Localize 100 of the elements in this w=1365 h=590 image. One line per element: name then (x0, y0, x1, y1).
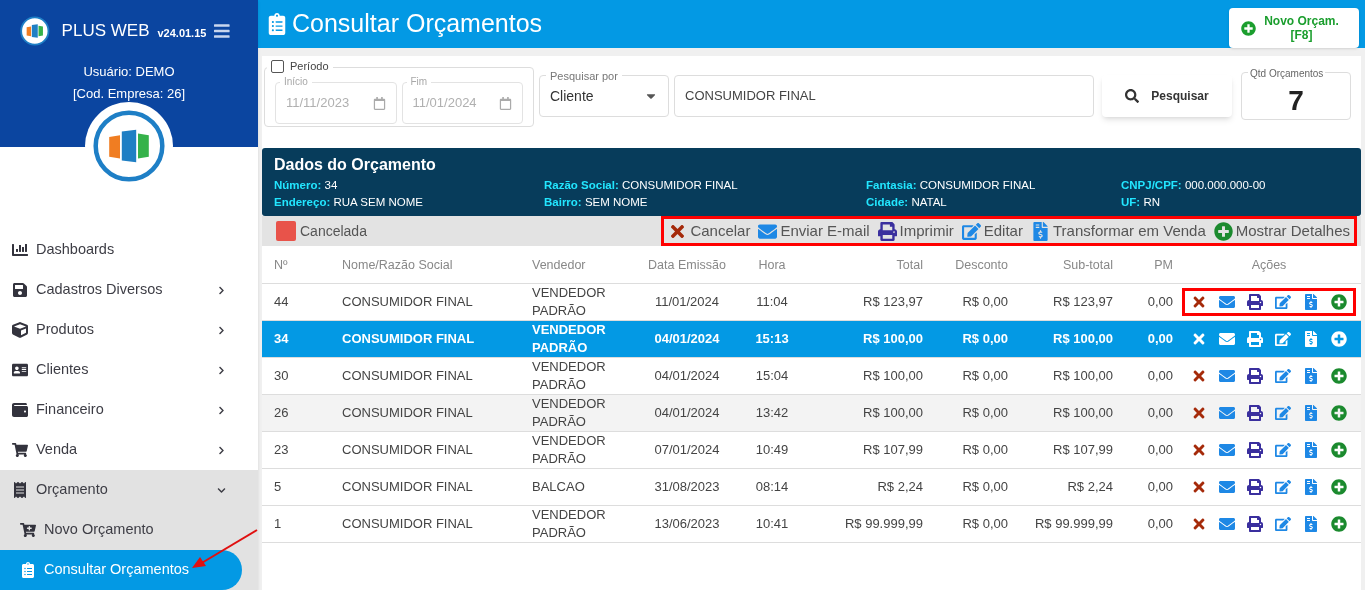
edit-icon[interactable] (1275, 331, 1291, 347)
toolbar-action[interactable]: Imprimir (877, 219, 954, 243)
printer-icon[interactable] (1247, 294, 1263, 310)
toolbar-action[interactable]: Editar (961, 219, 1023, 243)
period-label: Período (290, 58, 329, 74)
table-cell-text: 31/08/2023 (653, 478, 721, 496)
sidebar-item[interactable]: Cadastros Diversos (0, 270, 258, 310)
sidebar-item[interactable]: Dashboards (0, 230, 258, 270)
cart-icon (12, 442, 28, 458)
sidebar-item[interactable]: Venda (0, 430, 258, 470)
printer-icon[interactable] (1247, 516, 1263, 532)
submenu-item[interactable]: Novo Orçamento (0, 510, 258, 550)
table-cell-text: 10:41 (754, 515, 790, 533)
close-icon[interactable] (1191, 479, 1207, 495)
envelope-icon[interactable] (1219, 405, 1235, 421)
invoice-icon (1030, 221, 1050, 241)
close-icon[interactable] (1191, 516, 1207, 532)
edit-icon[interactable] (1275, 368, 1291, 384)
close-icon[interactable] (1191, 442, 1207, 458)
invoice-icon[interactable] (1303, 368, 1319, 384)
column-header: Hora (757, 256, 787, 274)
column-header: Sub-total (1061, 256, 1114, 274)
close-icon[interactable] (1191, 405, 1207, 421)
printer-icon[interactable] (1247, 368, 1263, 384)
detail-field: Razão Social: CONSUMIDOR FINAL (544, 177, 866, 194)
table-cell-text: 5 (273, 478, 283, 496)
sidebar-item[interactable]: Produtos (0, 310, 258, 350)
table-cell-text: 15:04 (754, 367, 790, 385)
period-checkbox[interactable] (271, 59, 284, 73)
page-title: Consultar Orçamentos (292, 8, 543, 40)
table-cell-text: 04/01/2024 (653, 330, 721, 348)
envelope-icon[interactable] (1219, 479, 1235, 495)
search-field[interactable]: CONSUMIDOR FINAL (674, 75, 1094, 117)
app-name: PLUS WEB (61, 20, 150, 43)
edit-icon[interactable] (1275, 294, 1291, 310)
close-icon[interactable] (1191, 294, 1207, 310)
wallet-icon (12, 402, 28, 418)
invoice-icon[interactable] (1303, 479, 1319, 495)
table-cell-text: 13/06/2023 (653, 515, 721, 533)
toolbar-action[interactable]: Enviar E-mail (758, 219, 870, 243)
invoice-icon[interactable] (1303, 516, 1319, 532)
table-cell-text: 23 (273, 441, 290, 459)
toolbar-action[interactable]: Mostrar Detalhes (1213, 219, 1350, 243)
table-cell-text: 1 (273, 515, 283, 533)
user-label: Usuário: DEMO (83, 63, 175, 81)
edit-icon[interactable] (1275, 442, 1291, 458)
invoice-icon[interactable] (1303, 331, 1319, 347)
table-cell-text: VENDEDOR PADRÃO (532, 506, 607, 542)
detail-field: Fantasia: CONSUMIDOR FINAL (866, 177, 1121, 194)
printer-icon[interactable] (1247, 479, 1263, 495)
table-cell-text: 04/01/2024 (653, 404, 721, 422)
table-cell-text: 34 (273, 330, 290, 348)
search-button[interactable]: Pesquisar (1102, 75, 1232, 117)
table-cell-text: CONSUMIDOR FINAL (342, 404, 474, 422)
edit-icon[interactable] (1275, 516, 1291, 532)
invoice-icon[interactable] (1303, 294, 1319, 310)
envelope-icon[interactable] (1219, 516, 1235, 532)
table-cell-text: R$ 0,00 (961, 367, 1009, 385)
toolbar-action[interactable]: Cancelar (668, 219, 751, 243)
new-quote-button[interactable]: Novo Orçam. [F8] (1229, 8, 1359, 48)
column-header: PM (1153, 256, 1174, 274)
invoice-icon[interactable] (1303, 405, 1319, 421)
envelope-icon[interactable] (1219, 368, 1235, 384)
table-row[interactable]: 26 CONSUMIDOR FINAL VENDEDOR PADRÃO 04/01/2024 13:42 R$ 100,00 R$ 0,00 R$ 100,00 0,00 (262, 395, 1361, 432)
table-cell-text: 0,00 (1146, 367, 1174, 385)
cart-plus-icon (20, 522, 36, 538)
sidebar-item[interactable]: Financeiro (0, 390, 258, 430)
close-icon[interactable] (1191, 331, 1207, 347)
version: v24.01.15 (157, 25, 207, 41)
edit-icon[interactable] (1275, 479, 1291, 495)
table-cell-text: 0,00 (1146, 404, 1174, 422)
edit-icon (961, 221, 981, 241)
close-icon[interactable] (1191, 368, 1207, 384)
table-cell-text: VENDEDOR PADRÃO (532, 395, 607, 431)
toolbar-action[interactable]: Transformar em Venda (1030, 219, 1206, 243)
table-cell-text: R$ 0,00 (961, 293, 1009, 311)
printer-icon[interactable] (1247, 405, 1263, 421)
envelope-icon[interactable] (1219, 294, 1235, 310)
table-cell-text: 11/01/2024 (653, 293, 721, 311)
invoice-icon[interactable] (1303, 442, 1319, 458)
clipboard-icon (266, 13, 288, 35)
envelope-icon[interactable] (1219, 331, 1235, 347)
field-label: Início (280, 76, 312, 88)
column-header: Desconto (954, 256, 1009, 274)
sidebar-item[interactable]: Orçamento (0, 470, 258, 510)
table-cell-text: CONSUMIDOR FINAL (342, 330, 476, 348)
table-cell-text: R$ 0,00 (961, 441, 1009, 459)
table-cell-text: 07/01/2024 (653, 441, 721, 459)
table-cell-text: CONSUMIDOR FINAL (342, 441, 474, 459)
table-cell-text: CONSUMIDOR FINAL (342, 515, 474, 533)
edit-icon[interactable] (1275, 405, 1291, 421)
sidebar-item[interactable]: Clientes (0, 350, 258, 390)
menu-icon[interactable] (214, 21, 230, 41)
table-cell-text: 04/01/2024 (653, 367, 721, 385)
column-header: Data Emissão (647, 256, 727, 274)
envelope-icon[interactable] (1219, 442, 1235, 458)
table-cell-text: CONSUMIDOR FINAL (342, 367, 474, 385)
table-cell-text: R$ 123,97 (1052, 293, 1114, 311)
printer-icon[interactable] (1247, 442, 1263, 458)
id-card-icon (12, 362, 28, 378)
